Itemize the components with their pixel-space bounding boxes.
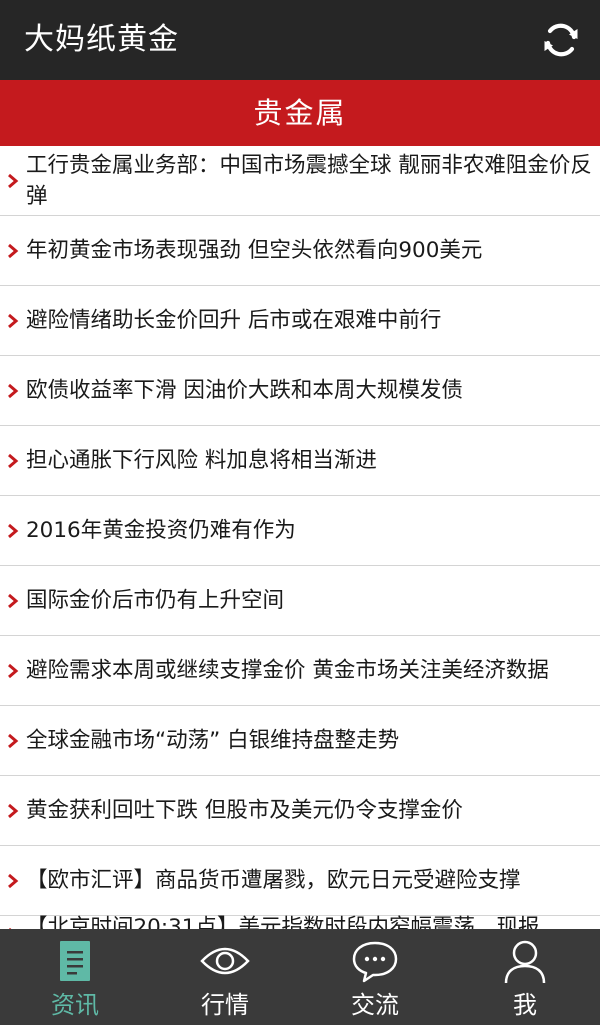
chevron-right-icon [8, 173, 19, 188]
refresh-button[interactable] [534, 13, 588, 67]
news-list-item[interactable]: 【欧市汇评】商品货币遭屠戮，欧元日元受避险支撑 [0, 846, 600, 916]
news-title: 避险需求本周或继续支撑金价 黄金市场关注美经济数据 [26, 658, 549, 683]
top-app-bar: 大妈纸黄金 [0, 0, 600, 80]
news-list-item[interactable]: 【北京时间20:31点】美元指数时段内窄幅震荡，现报 [0, 915, 600, 929]
news-list-item[interactable]: 工行贵金属业务部：中国市场震撼全球 靓丽非农难阻金价反弹 [0, 146, 600, 216]
news-list-item[interactable]: 年初黄金市场表现强劲 但空头依然看向900美元 [0, 216, 600, 286]
news-title: 担心通胀下行风险 料加息将相当渐进 [26, 448, 377, 473]
chevron-right-icon [8, 733, 19, 748]
section-header: 贵金属 [0, 80, 600, 146]
eye-icon [200, 947, 250, 975]
news-title: 欧债收益率下滑 因油价大跌和本周大规模发债 [26, 378, 463, 403]
news-title: 避险情绪助长金价回升 后市或在艰难中前行 [26, 308, 442, 333]
chevron-right-icon [8, 803, 19, 818]
news-title: 【欧市汇评】商品货币遭屠戮，欧元日元受避险支撑 [26, 868, 521, 893]
news-title: 工行贵金属业务部：中国市场震撼全球 靓丽非农难阻金价反弹 [26, 152, 592, 209]
tab-label: 资讯 [51, 991, 99, 1019]
news-title: 全球金融市场“动荡” 白银维持盘整走势 [26, 728, 400, 753]
news-list-item[interactable]: 2016年黄金投资仍难有作为 [0, 496, 600, 566]
chevron-right-icon [8, 453, 19, 468]
news-list-item[interactable]: 黄金获利回吐下跌 但股市及美元仍令支撑金价 [0, 776, 600, 846]
tab-community[interactable]: 交流 [300, 929, 450, 1025]
news-title: 【北京时间20:31点】美元指数时段内窄幅震荡，现报 [26, 915, 540, 929]
news-title: 黄金获利回吐下跌 但股市及美元仍令支撑金价 [26, 798, 463, 823]
tab-market[interactable]: 行情 [150, 929, 300, 1025]
tab-news[interactable]: 资讯 [0, 929, 150, 1025]
app-title: 大妈纸黄金 [24, 22, 179, 57]
news-list-item[interactable]: 全球金融市场“动荡” 白银维持盘整走势 [0, 706, 600, 776]
news-list-item[interactable]: 避险情绪助长金价回升 后市或在艰难中前行 [0, 286, 600, 356]
tab-label: 交流 [351, 991, 399, 1019]
news-title: 国际金价后市仍有上升空间 [26, 588, 285, 613]
refresh-icon [544, 23, 578, 57]
user-icon [504, 940, 546, 984]
chevron-right-icon [8, 243, 19, 258]
chat-bubble-icon [352, 941, 398, 983]
tab-me[interactable]: 我 [450, 929, 600, 1025]
bottom-tab-bar: 资讯 行情 交流 我 [0, 929, 600, 1025]
news-title: 2016年黄金投资仍难有作为 [26, 518, 296, 543]
news-title: 年初黄金市场表现强劲 但空头依然看向900美元 [26, 238, 483, 263]
chevron-right-icon [8, 313, 19, 328]
chevron-right-icon [8, 873, 19, 888]
chevron-right-icon [8, 593, 19, 608]
chevron-right-icon [8, 383, 19, 398]
document-icon [60, 941, 90, 981]
chevron-right-icon [8, 663, 19, 678]
news-list-item[interactable]: 国际金价后市仍有上升空间 [0, 566, 600, 636]
news-list-item[interactable]: 欧债收益率下滑 因油价大跌和本周大规模发债 [0, 356, 600, 426]
chevron-right-icon [8, 523, 19, 538]
tab-label: 我 [513, 991, 537, 1019]
news-list-item[interactable]: 担心通胀下行风险 料加息将相当渐进 [0, 426, 600, 496]
news-list-item[interactable]: 避险需求本周或继续支撑金价 黄金市场关注美经济数据 [0, 636, 600, 706]
tab-label: 行情 [201, 991, 249, 1019]
news-list[interactable]: 工行贵金属业务部：中国市场震撼全球 靓丽非农难阻金价反弹 年初黄金市场表现强劲 … [0, 146, 600, 929]
